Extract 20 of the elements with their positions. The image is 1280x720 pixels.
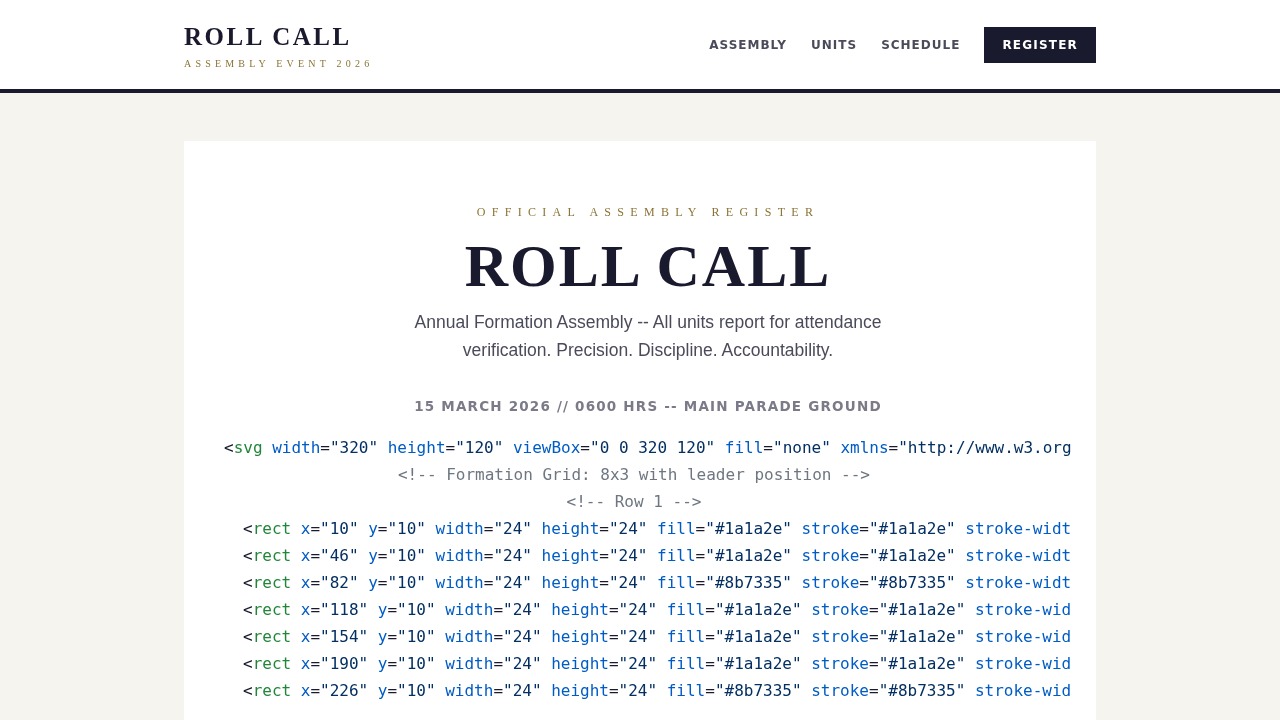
code-line: <rect x="190" y="10" width="24" height="24" fill="#1a1a2e" stroke="#1a1a2e" stroke-wid bbox=[242, 653, 1072, 675]
eyebrow-text: OFFICIAL ASSEMBLY REGISTER bbox=[476, 205, 820, 220]
page-title: ROLL CALL bbox=[464, 234, 832, 298]
code-line: <svg width="320" height="120" viewBox="0 0 320 120" fill="none" xmlns="http://www.w3.org bbox=[224, 437, 1072, 459]
nav-link[interactable]: ASSEMBLY bbox=[709, 37, 788, 52]
code-line: <rect x="226" y="10" width="24" height="24" fill="#8b7335" stroke="#8b7335" stroke-wid bbox=[242, 680, 1072, 702]
code-line: <rect x="118" y="10" width="24" height="24" fill="#1a1a2e" stroke="#1a1a2e" stroke-wid bbox=[242, 599, 1072, 621]
nav-link[interactable]: UNITS bbox=[811, 37, 858, 52]
register-button[interactable]: REGISTER bbox=[984, 26, 1096, 63]
event-details: 15 MARCH 2026 // 0600 HRS -- MAIN PARADE GROUND bbox=[414, 398, 882, 414]
code-comment: <!-- Row 1 --> bbox=[565, 491, 703, 513]
code-line: <rect x="46" y="10" width="24" height="24" fill="#1a1a2e" stroke="#1a1a2e" stroke-widt bbox=[242, 545, 1072, 567]
code-line: <rect x="10" y="10" width="24" height="24" fill="#1a1a2e" stroke="#1a1a2e" stroke-widt bbox=[242, 518, 1072, 540]
code-line: <rect x="82" y="10" width="24" height="24" fill="#8b7335" stroke="#8b7335" stroke-widt bbox=[242, 572, 1072, 594]
code-comment: <!-- Formation Grid: 8x3 with leader position --> bbox=[397, 464, 871, 486]
nav-link[interactable]: SCHEDULE bbox=[881, 37, 961, 52]
brand-tagline: ASSEMBLY EVENT 2026 bbox=[184, 58, 374, 69]
description-text: Annual Formation Assembly -- All units report for attendance verification. Precision. Discipline. Accountability. bbox=[413, 311, 883, 362]
brand-logo[interactable]: ROLL CALL bbox=[184, 24, 374, 50]
code-line: <rect x="154" y="10" width="24" height="24" fill="#1a1a2e" stroke="#1a1a2e" stroke-wid bbox=[242, 626, 1072, 648]
